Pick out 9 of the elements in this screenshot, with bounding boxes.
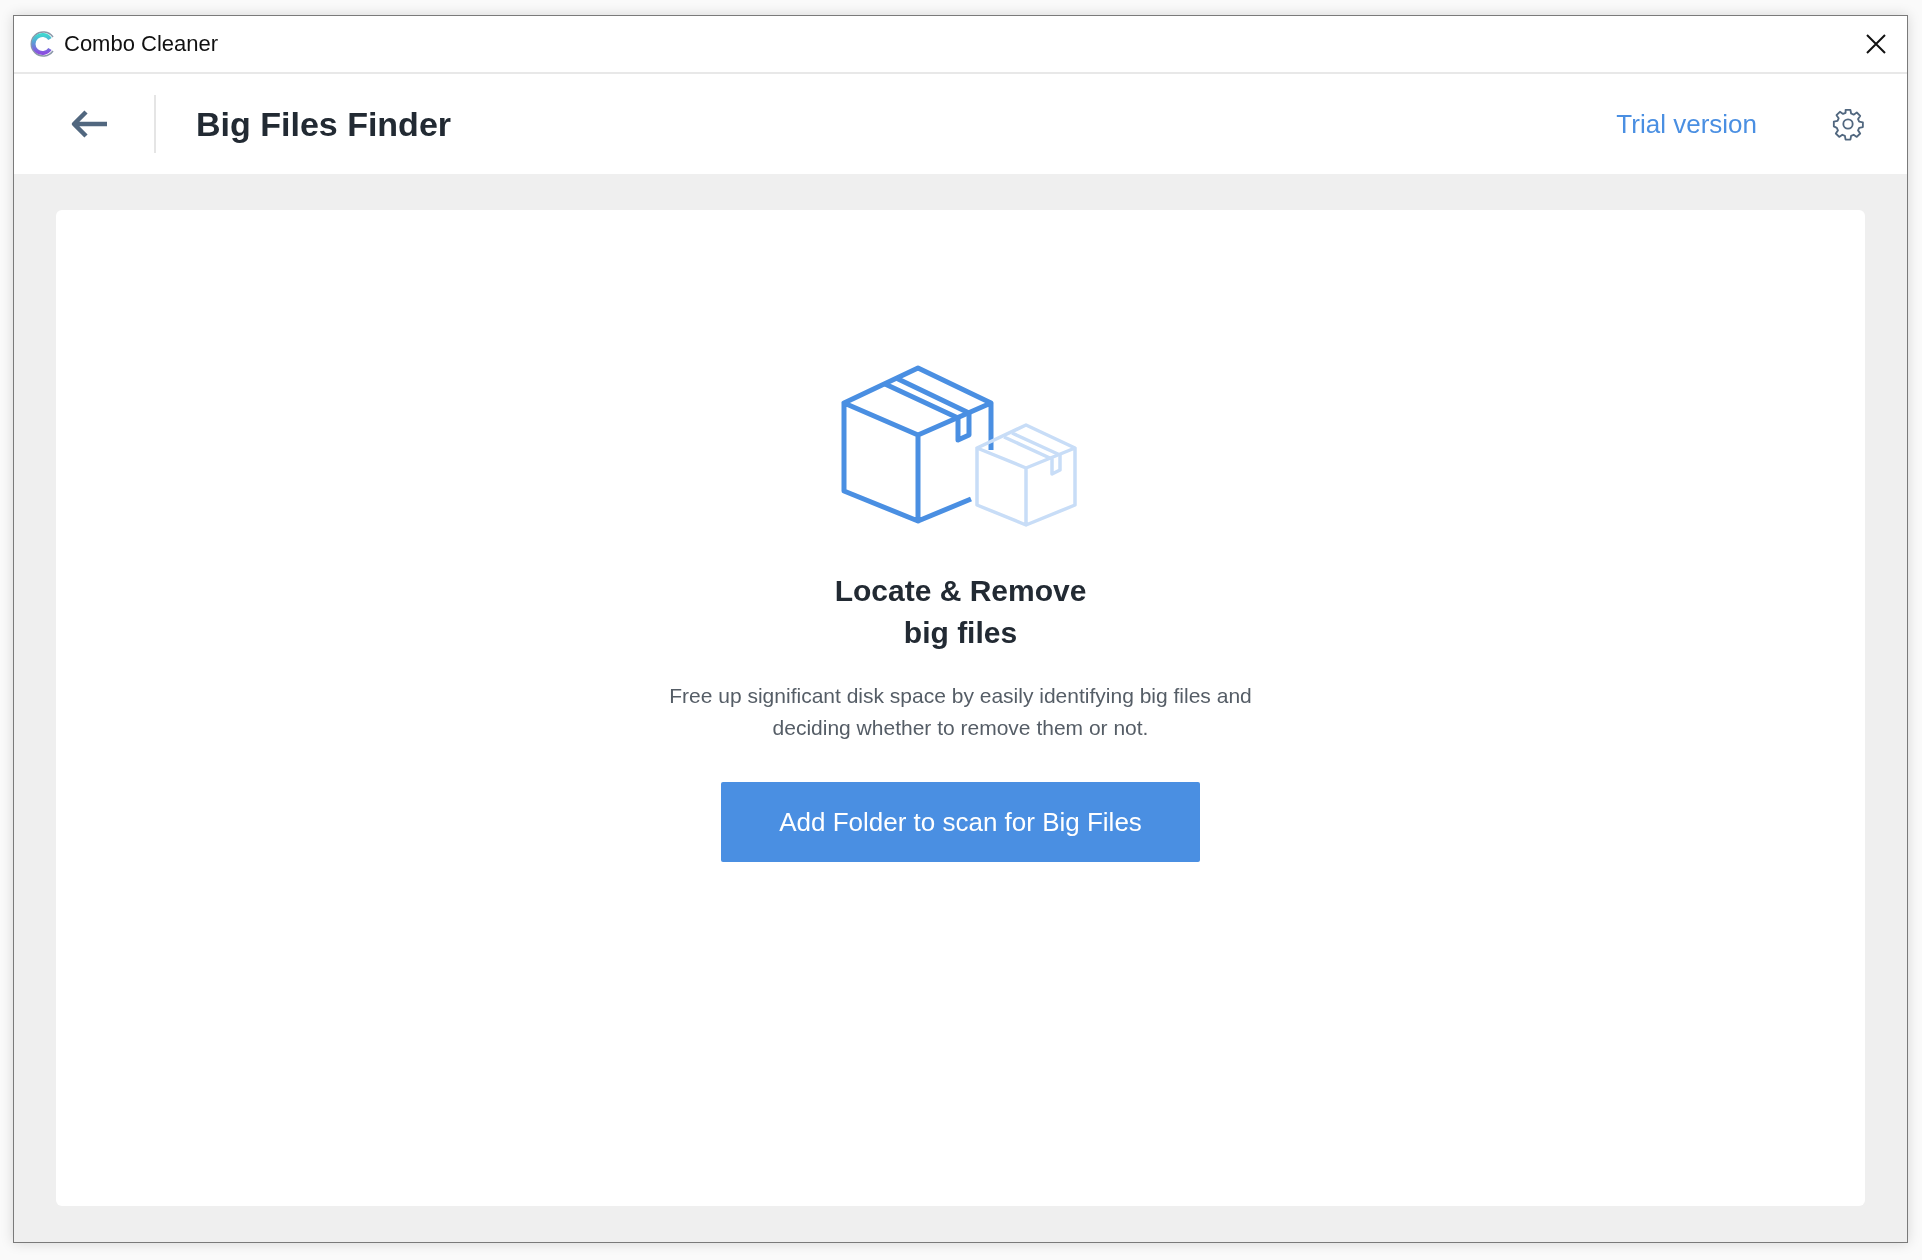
window-title: Combo Cleaner bbox=[64, 31, 219, 57]
page-title: Big Files Finder bbox=[196, 104, 452, 144]
back-arrow-icon bbox=[70, 108, 110, 140]
trial-version-link[interactable]: Trial version bbox=[1616, 108, 1757, 140]
add-folder-button[interactable]: Add Folder to scan for Big Files bbox=[721, 782, 1200, 862]
close-icon bbox=[1865, 33, 1887, 55]
gear-icon bbox=[1831, 107, 1865, 141]
description: Free up significant disk space by easily identifying big files and deciding whether to remove them or not. bbox=[668, 683, 1253, 741]
heading: Locate & Remove big files bbox=[833, 573, 1088, 651]
